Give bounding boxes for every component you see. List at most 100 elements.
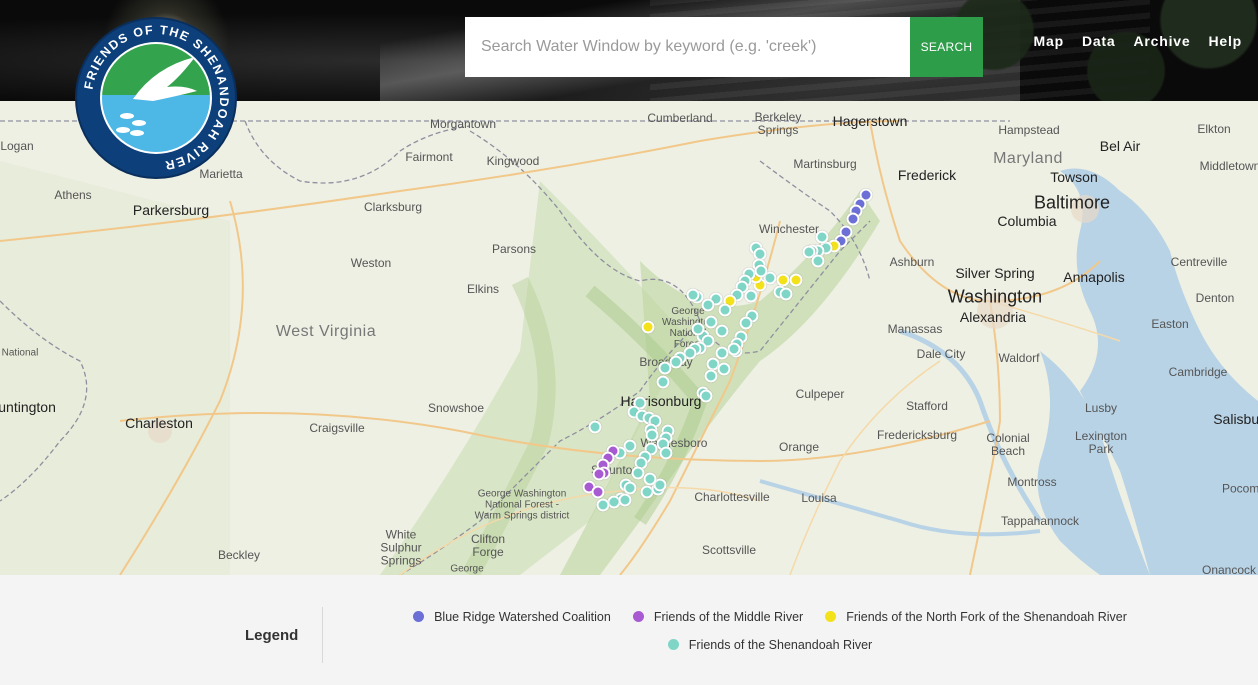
legend-title: Legend [245, 627, 299, 644]
site-marker[interactable] [596, 498, 610, 512]
nav-data-link[interactable]: Data [1082, 33, 1116, 49]
site-marker[interactable] [658, 361, 672, 375]
site-marker[interactable] [699, 389, 713, 403]
map-label-place: Frederick [897, 167, 957, 183]
legend-item-blue-ridge-watershed-coalition[interactable]: Blue Ridge Watershed Coalition [413, 609, 611, 624]
map-label-place: Cambridge [1168, 365, 1228, 379]
map-label-place: Centreville [1170, 255, 1228, 269]
nav-map-link[interactable]: Map [1034, 33, 1064, 49]
map-label-place: Waldorf [998, 351, 1040, 365]
map-label-place: Louisa [801, 491, 837, 505]
legend-panel: Legend Blue Ridge Watershed Coalition Fr… [0, 575, 1258, 685]
site-marker[interactable] [815, 230, 829, 244]
legend-dot-icon [413, 611, 425, 622]
map-label-place: Pocomoke [1222, 481, 1258, 496]
site-marker[interactable] [715, 324, 729, 338]
map-label-place: George [450, 563, 484, 575]
map-label-place: Hagerstown [832, 113, 908, 129]
site-marker[interactable] [754, 264, 768, 278]
map-label-place: Manassas [887, 322, 943, 336]
legend-item-label: Friends of the Shenandoah River [688, 637, 873, 652]
map-label-place: Stafford [906, 399, 948, 413]
map-label-place: Parkersburg [132, 202, 210, 218]
map-label-place: Huntington [0, 399, 56, 415]
map-label-place: Fairmont [405, 150, 453, 164]
search-button[interactable]: SEARCH [910, 17, 983, 77]
site-marker[interactable] [744, 289, 758, 303]
site-marker[interactable] [789, 273, 803, 287]
map-label-place: Snowshoe [427, 401, 485, 415]
site-marker[interactable] [846, 212, 860, 226]
legend-items: Blue Ridge Watershed Coalition Friends o… [390, 609, 1150, 652]
legend-item-label: Blue Ridge Watershed Coalition [434, 609, 611, 624]
site-marker[interactable] [592, 467, 606, 481]
map-label-place: George Washington National Forest - Warm… [474, 488, 570, 522]
app-root: SEARCH Map Data Archive Help FRIENDS OF … [0, 0, 1258, 685]
site-marker[interactable] [588, 420, 602, 434]
legend-item-friends-of-shenandoah-river[interactable]: Friends of the Shenandoah River [667, 637, 873, 652]
site-marker[interactable] [643, 472, 657, 486]
site-marker[interactable] [591, 485, 605, 499]
search-input[interactable] [465, 17, 910, 77]
map-label-place: Hampstead [998, 123, 1060, 137]
site-marker[interactable] [641, 320, 655, 334]
site-marker[interactable] [779, 287, 793, 301]
site-marker[interactable] [659, 446, 673, 460]
map-label-place: Salisbury [1213, 411, 1258, 427]
map-label-place: Easton [1151, 317, 1189, 331]
legend-dot-icon [825, 611, 837, 622]
map-label-place: Athens [54, 188, 92, 202]
site-marker[interactable] [691, 322, 705, 336]
map-label-place: Tappahannock [1000, 514, 1080, 528]
map-label-place: Washington [947, 286, 1043, 307]
map-label-place: Parsons [491, 242, 537, 256]
map-label-place: Logan [0, 139, 34, 153]
map-label-place: Lusby [1084, 401, 1118, 415]
map-label-place: Elkton [1197, 122, 1231, 136]
site-marker[interactable] [704, 369, 718, 383]
map-label-place: Fredericksburg [876, 428, 958, 442]
map-label-place: Baltimore [1033, 192, 1111, 213]
site-marker[interactable] [811, 254, 825, 268]
map-label-state: West Virginia [275, 323, 377, 340]
map-label-place: Craigsville [309, 421, 365, 435]
map-label-place: Columbia [997, 213, 1057, 229]
site-marker[interactable] [717, 362, 731, 376]
legend-item-friends-of-north-fork[interactable]: Friends of the North Fork of the Shenand… [825, 609, 1127, 624]
map-label-place: Clifton Forge [470, 532, 505, 559]
nav-archive-link[interactable]: Archive [1133, 33, 1190, 49]
map-label-place: Colonial Beach [986, 431, 1030, 458]
map-label-place: Berkeley Springs [754, 110, 802, 137]
main-nav: Map Data Archive Help [1016, 33, 1242, 49]
map-label-place: Towson [1050, 169, 1098, 185]
legend-dot-icon [632, 611, 644, 622]
map-label-place: Martinsburg [793, 157, 857, 171]
map-label-place: Elkins [466, 282, 500, 296]
map-label-place: Dale City [916, 347, 966, 361]
map-label-place: Onancock [1201, 563, 1257, 575]
site-marker[interactable] [727, 342, 741, 356]
map-label-place: Silver Spring [955, 265, 1035, 281]
map-label-place: Montross [1007, 475, 1057, 489]
map-label-state: Maryland [993, 150, 1063, 167]
nav-help-link[interactable]: Help [1208, 33, 1242, 49]
map-label-place: Morgantown [429, 117, 497, 131]
legend-item-label: Friends of the Middle River [653, 609, 804, 624]
legend-item-friends-of-middle-river[interactable]: Friends of the Middle River [632, 609, 804, 624]
site-marker[interactable] [701, 298, 715, 312]
site-marker[interactable] [656, 375, 670, 389]
site-marker[interactable] [718, 303, 732, 317]
site-marker[interactable] [618, 493, 632, 507]
map-label-place: Kingwood [486, 154, 540, 168]
site-marker[interactable] [686, 288, 700, 302]
map-label-place: Middletown [1199, 159, 1258, 173]
friends-of-shenandoah-logo[interactable]: FRIENDS OF THE SHENANDOAH RIVER [75, 17, 237, 179]
legend-divider [322, 607, 323, 663]
map-label-place: Alexandria [959, 309, 1027, 325]
map-label-place: Orange [778, 440, 820, 454]
map-label-place: Culpeper [795, 387, 845, 401]
map-label-place: Clarksburg [363, 200, 423, 214]
map-label-place: National [1, 347, 39, 359]
site-marker[interactable] [739, 316, 753, 330]
site-marker[interactable] [715, 346, 729, 360]
